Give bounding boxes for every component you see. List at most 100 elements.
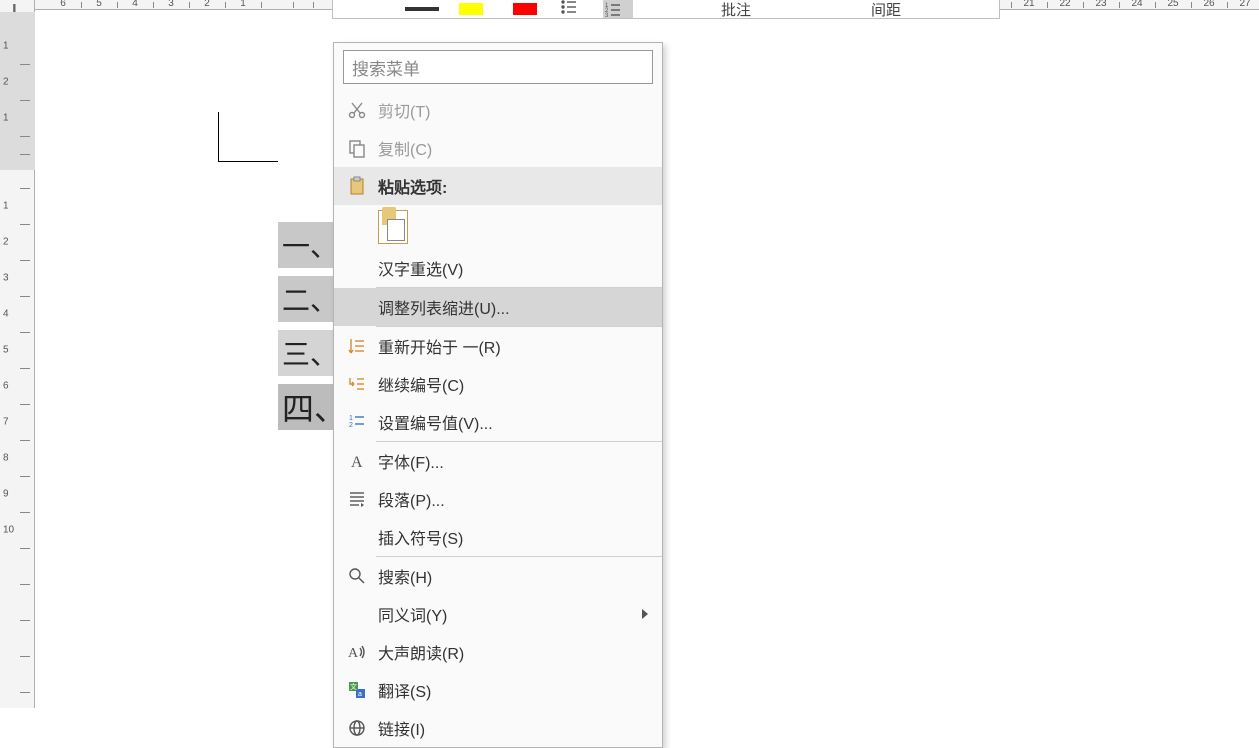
- paragraph-icon: [344, 486, 370, 512]
- menu-item-font[interactable]: A 字体(F)...: [334, 442, 662, 480]
- menu-item-restart-numbering[interactable]: 重新开始于 一(R): [334, 327, 662, 365]
- chevron-right-icon: [642, 609, 648, 619]
- link-icon: [344, 715, 370, 741]
- ruler-num: 8: [3, 453, 9, 464]
- paste-option-keep-source[interactable]: [378, 210, 408, 244]
- ruler-num: 24: [1131, 0, 1142, 9]
- ruler-num: 9: [3, 489, 9, 500]
- list-item[interactable]: 二、: [278, 276, 334, 322]
- ruler-num: 5: [3, 345, 9, 356]
- ruler-num: 23: [1095, 0, 1106, 9]
- menu-item-insert-symbol[interactable]: 插入符号(S): [334, 518, 662, 556]
- menu-item-label: 复制(C): [378, 136, 662, 160]
- menu-item-adjust-list-indent[interactable]: 调整列表缩进(U)...: [334, 288, 662, 326]
- copy-icon: [344, 135, 370, 161]
- spacing-button[interactable]: 间距: [871, 0, 901, 20]
- paste-options-row: [334, 205, 662, 249]
- menu-item-label: 字体(F)...: [378, 449, 662, 473]
- ruler-num: 2: [204, 0, 210, 9]
- menu-item-label: 段落(P)...: [378, 487, 662, 511]
- svg-text:1: 1: [349, 415, 353, 422]
- menu-item-search[interactable]: 搜索(H): [334, 557, 662, 595]
- ruler-num: 2: [3, 237, 9, 248]
- font-color-swatch[interactable]: [405, 7, 439, 11]
- ruler-num: 4: [132, 0, 138, 9]
- blank-icon: [344, 601, 370, 627]
- font-color-swatch-red[interactable]: [513, 3, 537, 15]
- menu-item-synonyms[interactable]: 同义词(Y): [334, 595, 662, 633]
- menu-search-input[interactable]: 搜索菜单: [343, 50, 653, 84]
- context-menu: 搜索菜单 剪切(T) 复制(C) 粘贴选项: 汉字重选(V) 调整列表缩进(U)…: [333, 42, 663, 748]
- ruler-num: 1: [3, 113, 9, 124]
- ruler-num: 27: [1239, 0, 1250, 9]
- blank-icon: [344, 255, 370, 281]
- mini-toolbar[interactable]: 123 批注 间距: [332, 0, 1000, 19]
- blank-icon: [344, 524, 370, 550]
- ruler-num: 2: [3, 77, 9, 88]
- menu-item-hanzi-reselect[interactable]: 汉字重选(V): [334, 249, 662, 287]
- svg-text:a: a: [358, 691, 362, 698]
- menu-item-label: 插入符号(S): [378, 525, 662, 549]
- menu-item-label: 粘贴选项:: [378, 174, 662, 198]
- ruler-num: 1: [3, 41, 9, 52]
- ruler-num: 6: [3, 381, 9, 392]
- svg-text:2: 2: [349, 422, 353, 429]
- menu-item-label: 重新开始于 一(R): [378, 334, 662, 358]
- menu-item-paragraph[interactable]: 段落(P)...: [334, 480, 662, 518]
- clipboard-icon: [344, 173, 370, 199]
- ruler-num: 25: [1167, 0, 1178, 9]
- menu-header-paste-options: 粘贴选项:: [334, 167, 662, 205]
- menu-item-label: 大声朗读(R): [378, 640, 662, 664]
- translate-icon: 文a: [344, 677, 370, 703]
- menu-item-link[interactable]: 链接(I): [334, 709, 662, 747]
- menu-item-label: 同义词(Y): [378, 602, 662, 626]
- set-number-icon: 12: [344, 409, 370, 435]
- ruler-num: 4: [3, 309, 9, 320]
- restart-list-icon: [344, 333, 370, 359]
- ruler-num: 5: [96, 0, 102, 9]
- svg-text:A: A: [351, 454, 363, 471]
- list-item[interactable]: 三、: [278, 330, 334, 376]
- menu-item-continue-numbering[interactable]: 继续编号(C): [334, 365, 662, 403]
- comment-button[interactable]: 批注: [721, 0, 751, 20]
- font-icon: A: [344, 448, 370, 474]
- list-item[interactable]: 一、: [278, 222, 334, 268]
- menu-item-label: 翻译(S): [378, 678, 662, 702]
- text-box-outline: [218, 112, 278, 162]
- ruler-num: 1: [3, 201, 9, 212]
- svg-text:文: 文: [350, 682, 357, 691]
- menu-item-label: 汉字重选(V): [378, 256, 662, 280]
- ruler-num: 3: [168, 0, 174, 9]
- ruler-num: 6: [60, 0, 66, 9]
- menu-item-label: 设置编号值(V)...: [378, 410, 662, 434]
- list-item[interactable]: 四、: [278, 384, 334, 430]
- highlight-color-swatch[interactable]: [459, 3, 483, 15]
- vertical-ruler[interactable]: L 1 2 1 1 2 3 4 5 6 7 8 9 10: [0, 10, 35, 708]
- blank-icon: [344, 294, 370, 320]
- bullets-button[interactable]: [559, 0, 589, 22]
- menu-item-label: 继续编号(C): [378, 372, 662, 396]
- continue-list-icon: [344, 371, 370, 397]
- ruler-num: 3: [3, 273, 9, 284]
- ruler-num: 10: [3, 525, 14, 536]
- svg-text:3: 3: [605, 13, 609, 19]
- scissors-icon: [344, 97, 370, 123]
- selected-list[interactable]: 一、 二、 三、 四、: [278, 222, 334, 438]
- ruler-num: 1: [240, 0, 246, 9]
- menu-item-label: 搜索(H): [378, 564, 662, 588]
- svg-text:A: A: [348, 646, 359, 661]
- read-aloud-icon: A: [344, 639, 370, 665]
- ruler-num: 7: [3, 417, 9, 428]
- ruler-num: 21: [1023, 0, 1034, 9]
- search-placeholder: 搜索菜单: [352, 55, 420, 80]
- search-icon: [344, 563, 370, 589]
- menu-item-set-numbering-value[interactable]: 12 设置编号值(V)...: [334, 403, 662, 441]
- menu-item-label: 链接(I): [378, 716, 662, 740]
- menu-item-copy: 复制(C): [334, 129, 662, 167]
- menu-item-read-aloud[interactable]: A 大声朗读(R): [334, 633, 662, 671]
- menu-item-translate[interactable]: 文a 翻译(S): [334, 671, 662, 709]
- ruler-num: 22: [1059, 0, 1070, 9]
- numbering-button[interactable]: 123: [603, 0, 633, 18]
- menu-item-cut: 剪切(T): [334, 91, 662, 129]
- menu-item-label: 调整列表缩进(U)...: [378, 295, 662, 319]
